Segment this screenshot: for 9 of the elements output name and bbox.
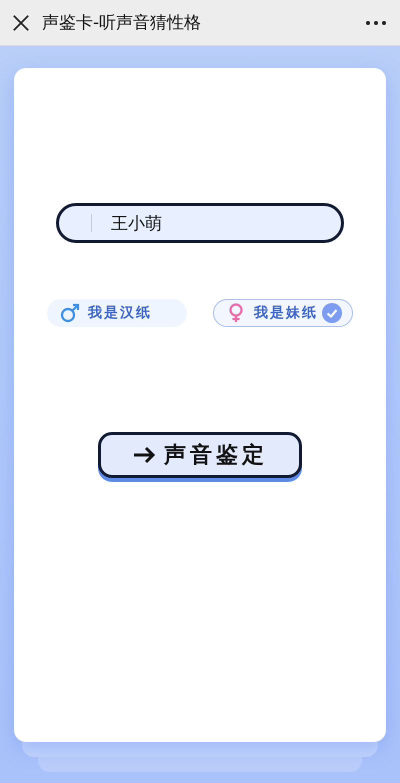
- more-icon[interactable]: [366, 20, 386, 24]
- male-icon: [60, 303, 80, 323]
- name-field[interactable]: 王小萌: [56, 203, 344, 243]
- check-icon: [322, 303, 342, 323]
- gender-option[interactable]: 我是妹纸: [213, 299, 353, 327]
- gender-option[interactable]: 我是汉纸: [47, 299, 187, 327]
- window-title: 声鉴卡-听声音猜性格: [42, 12, 202, 34]
- arrow-icon: [132, 445, 156, 465]
- close-icon[interactable]: [12, 14, 30, 32]
